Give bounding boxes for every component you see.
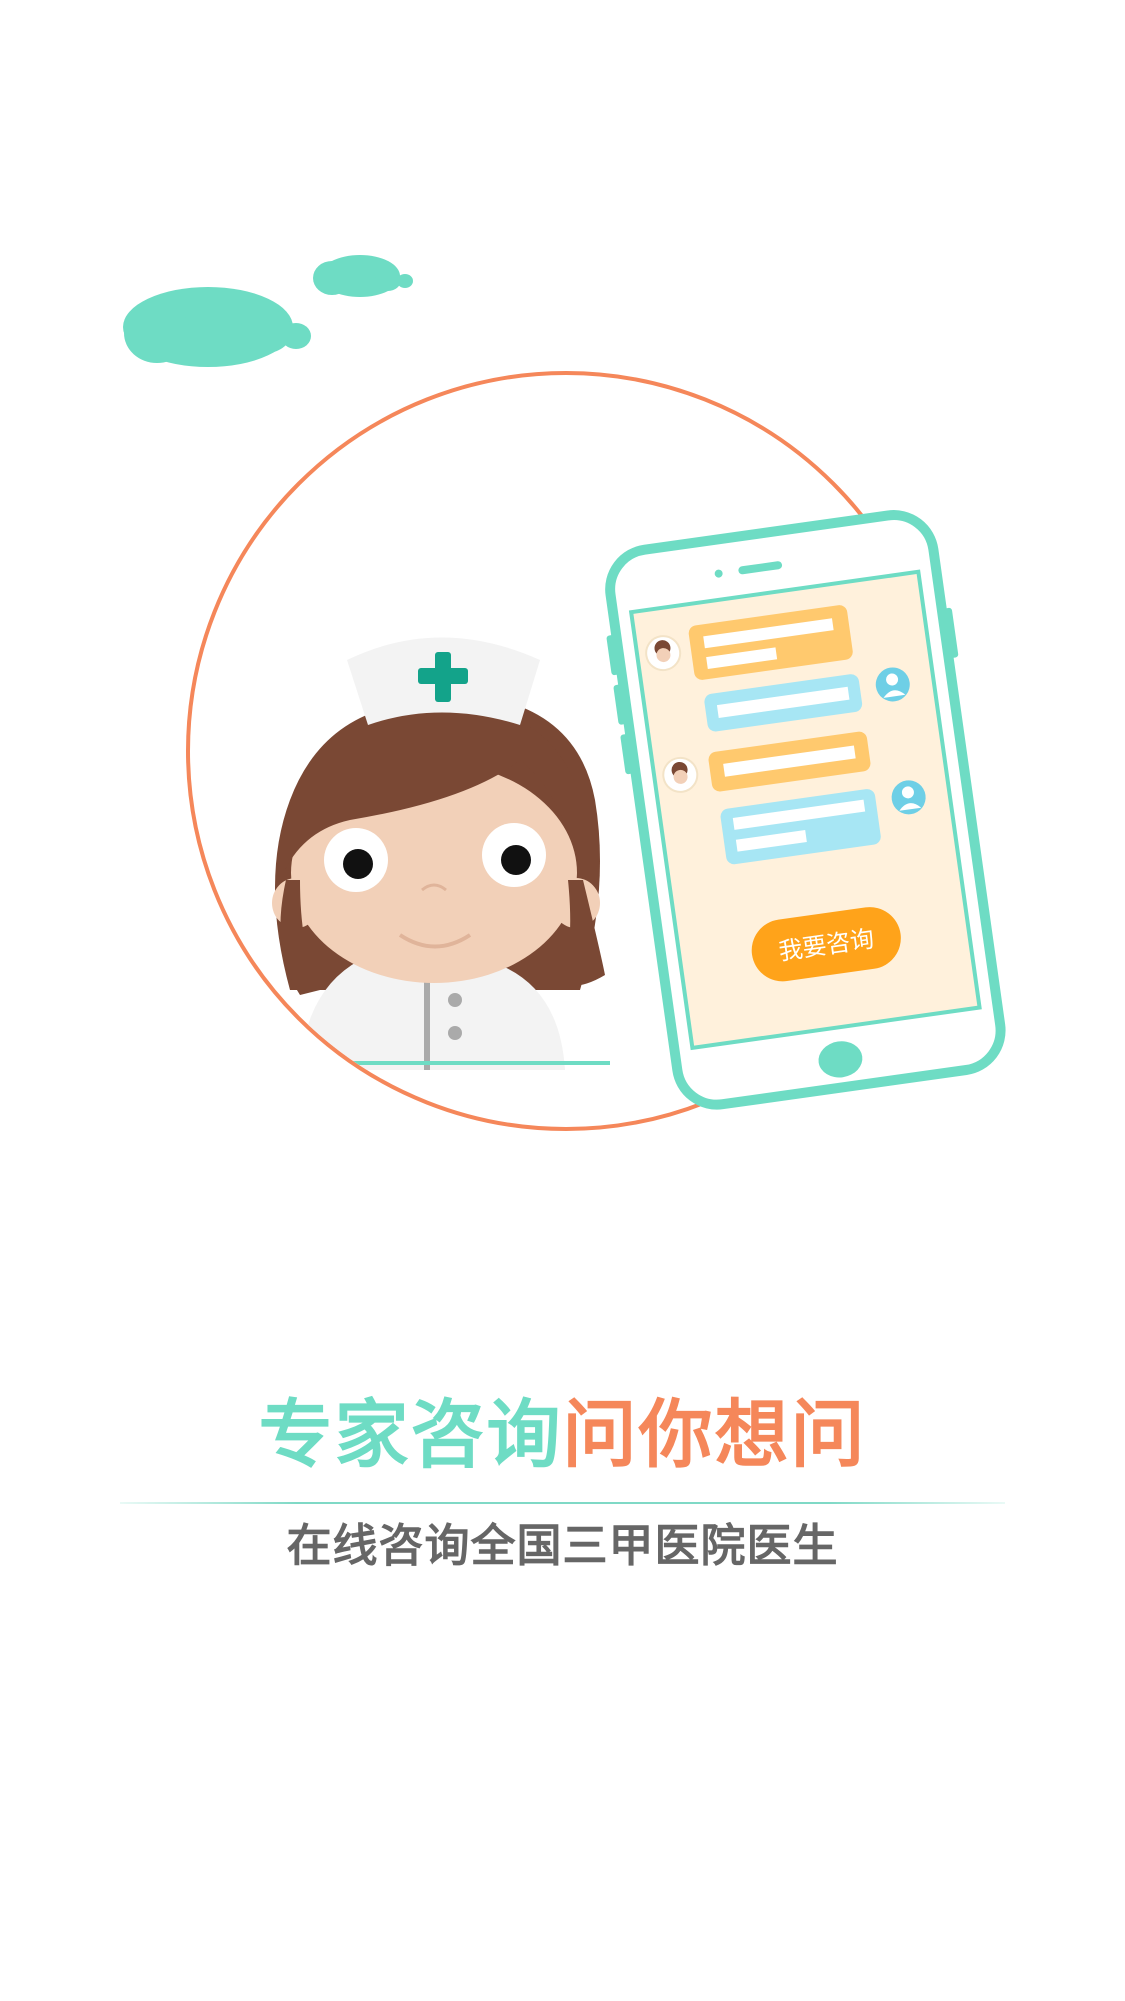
headline-part1: 专家咨询	[258, 1392, 563, 1478]
cloud-large-icon	[123, 287, 311, 367]
subtitle: 在线咨询全国三甲医院医生	[286, 1519, 839, 1572]
splash-illustration: 我要咨询	[123, 255, 1006, 1131]
nurse-illustration	[272, 637, 610, 1070]
divider	[120, 1502, 1005, 1504]
headline: 专家咨询问你想问	[0, 1390, 1125, 1480]
headline-part2: 问你想问	[562, 1392, 867, 1478]
phone-illustration: 我要咨询	[605, 510, 1006, 1110]
cloud-small-icon	[313, 255, 413, 297]
